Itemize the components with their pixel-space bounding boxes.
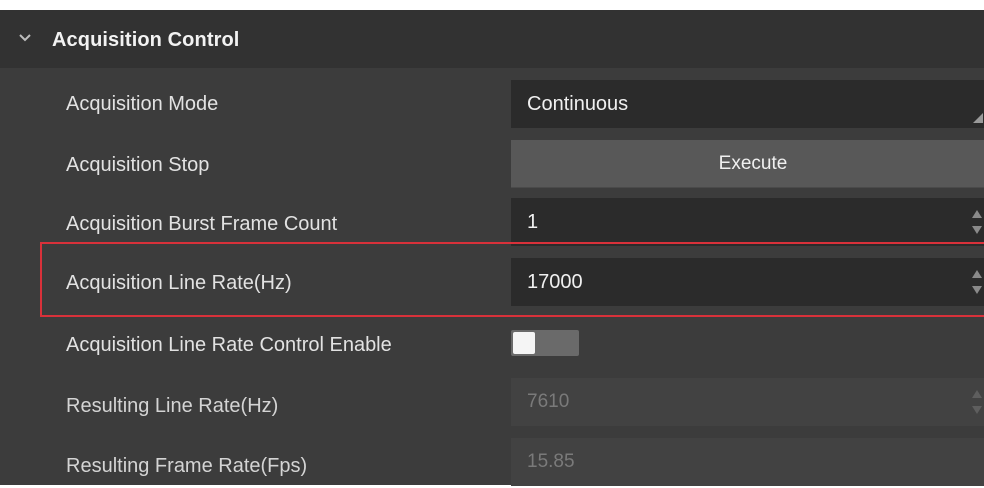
resulting-line-rate-spinbox: 7610 [511, 378, 984, 426]
line-rate-control-enable-toggle[interactable] [511, 330, 579, 356]
acquisition-mode-combo[interactable]: Continuous [511, 80, 984, 128]
section-header-acquisition-control[interactable]: Acquisition Control [0, 10, 984, 68]
resulting-line-rate-value: 7610 [527, 391, 570, 412]
acquisition-line-rate-control-enable-label: Acquisition Line Rate Control Enable [66, 334, 392, 356]
section-title: Acquisition Control [52, 29, 240, 51]
resulting-frame-rate-value: 15.85 [527, 451, 575, 472]
acquisition-stop-label: Acquisition Stop [66, 154, 210, 176]
row-acquisition-line-rate: Acquisition Line Rate(Hz) 17000 [0, 248, 984, 308]
acquisition-burst-frame-count-spinbox[interactable]: 1 [511, 198, 984, 246]
row-acquisition-line-rate-control-enable: Acquisition Line Rate Control Enable [0, 308, 984, 368]
spin-arrows-icon[interactable] [972, 208, 982, 236]
row-acquisition-stop: Acquisition Stop Execute [0, 128, 984, 188]
resulting-frame-rate-label: Resulting Frame Rate(Fps) [66, 455, 308, 477]
toggle-knob [513, 332, 535, 354]
row-resulting-line-rate: Resulting Line Rate(Hz) 7610 [0, 368, 984, 428]
execute-button-label: Execute [718, 153, 788, 174]
row-acquisition-mode: Acquisition Mode Continuous [0, 68, 984, 128]
resulting-frame-rate-field: 15.85 [511, 438, 984, 486]
property-panel: Acquisition Control Acquisition Mode Con… [0, 10, 984, 488]
acquisition-line-rate-label: Acquisition Line Rate(Hz) [66, 272, 292, 294]
spin-arrows-icon [972, 390, 982, 414]
execute-button[interactable]: Execute [511, 140, 984, 188]
acquisition-burst-frame-count-label: Acquisition Burst Frame Count [66, 213, 338, 235]
acquisition-mode-label: Acquisition Mode [66, 93, 219, 115]
acquisition-mode-value: Continuous [527, 93, 629, 115]
acquisition-burst-frame-count-value: 1 [527, 211, 539, 233]
spin-arrows-icon[interactable] [972, 268, 982, 296]
resulting-line-rate-label: Resulting Line Rate(Hz) [66, 395, 279, 417]
row-acquisition-burst-frame-count: Acquisition Burst Frame Count 1 [0, 188, 984, 248]
acquisition-line-rate-value: 17000 [527, 271, 583, 293]
dropdown-corner-icon [973, 113, 983, 123]
acquisition-line-rate-spinbox[interactable]: 17000 [511, 258, 984, 306]
row-resulting-frame-rate: Resulting Frame Rate(Fps) 15.85 [0, 428, 984, 488]
chevron-down-icon[interactable] [14, 26, 36, 48]
